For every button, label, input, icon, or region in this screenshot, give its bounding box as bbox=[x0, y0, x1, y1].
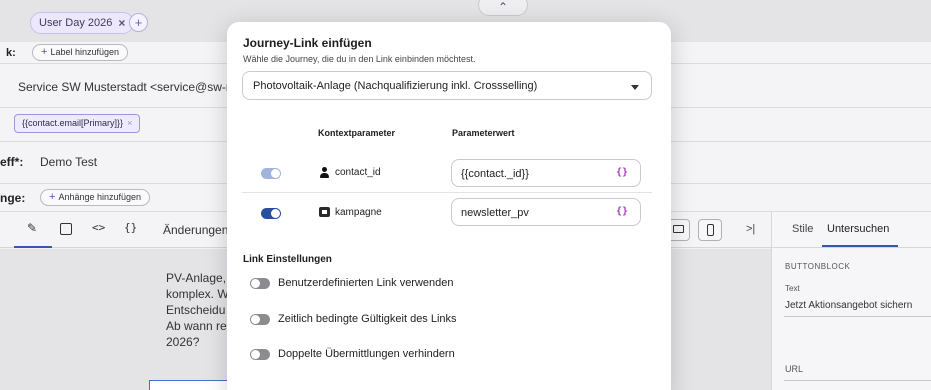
person-icon bbox=[319, 167, 330, 178]
text-field-label: Text bbox=[785, 284, 800, 293]
braces-icon[interactable]: {} bbox=[616, 206, 628, 217]
braces-icon[interactable]: {} bbox=[616, 167, 628, 178]
tag-chip[interactable]: User Day 2026 × bbox=[30, 12, 135, 34]
option-toggle[interactable] bbox=[250, 278, 270, 289]
option-toggle[interactable] bbox=[250, 314, 270, 325]
from-value[interactable]: Service SW Musterstadt <service@sw-m bbox=[18, 80, 236, 94]
param-row-kampagne: kampagne newsletter_pv {} bbox=[242, 193, 652, 233]
toggle-knob bbox=[251, 315, 260, 324]
plus-icon: + bbox=[41, 46, 48, 58]
dialog-subtitle: Wähle die Journey, die du in den Link ei… bbox=[243, 54, 476, 64]
recipient-chip[interactable]: {{contact.email[Primary]}} × bbox=[14, 114, 141, 133]
section-label: BUTTONBLOCK bbox=[785, 262, 851, 271]
canvas-line: Entscheidu bbox=[166, 303, 226, 317]
divider bbox=[784, 380, 931, 381]
param-value-input[interactable]: newsletter_pv {} bbox=[451, 198, 641, 226]
recipient-chip-label: {{contact.email[Primary]}} bbox=[22, 118, 124, 128]
active-tab-indicator bbox=[14, 246, 52, 248]
phone-icon bbox=[707, 224, 714, 236]
attachments-label: nge: bbox=[0, 191, 26, 205]
plus-icon: + bbox=[49, 191, 56, 203]
subject-value[interactable]: Demo Test bbox=[40, 155, 97, 169]
option-label: Doppelte Übermittlungen verhindern bbox=[278, 348, 455, 360]
url-field-label: URL bbox=[785, 364, 804, 374]
toggle-knob bbox=[251, 279, 260, 288]
add-attachments-button-text: Anhänge hinzufügen bbox=[58, 192, 142, 202]
param-row-contact-id: contact_id {{contact._id}} {} bbox=[242, 153, 652, 193]
toggle-knob bbox=[271, 209, 280, 218]
tab-inspect[interactable]: Untersuchen bbox=[827, 223, 889, 235]
properties-panel: Stile Untersuchen BUTTONBLOCK Text Jetzt… bbox=[771, 212, 931, 390]
canvas-line: 2026? bbox=[166, 335, 200, 349]
divider bbox=[784, 316, 931, 317]
journey-select-value: Photovoltaik-Anlage (Nachqualifizierung … bbox=[253, 80, 538, 92]
add-label-button[interactable]: + Label hinzufügen bbox=[32, 44, 128, 61]
mobile-preview-button[interactable] bbox=[698, 219, 722, 241]
column-header-value: Parameterwert bbox=[452, 128, 515, 138]
add-attachments-button[interactable]: + Anhänge hinzufügen bbox=[40, 189, 151, 206]
subject-label: eff*: bbox=[0, 155, 24, 169]
collapse-panel-icon[interactable]: >| bbox=[746, 223, 755, 235]
close-icon[interactable]: × bbox=[118, 13, 125, 33]
param-name: contact_id bbox=[335, 167, 381, 178]
toggle-knob bbox=[251, 350, 260, 359]
link-settings-title: Link Einstellungen bbox=[243, 254, 332, 265]
param-name: kampagne bbox=[335, 207, 382, 218]
tab-styles[interactable]: Stile bbox=[792, 223, 813, 235]
close-icon[interactable]: × bbox=[127, 118, 132, 128]
add-label-button-text: Label hinzufügen bbox=[50, 47, 119, 57]
label-row-label: k: bbox=[6, 47, 16, 59]
param-toggle[interactable] bbox=[261, 168, 281, 179]
edit-icon[interactable]: ✎ bbox=[27, 221, 37, 235]
canvas-line: PV-Anlage, bbox=[166, 271, 227, 285]
code-icon[interactable]: <> bbox=[92, 221, 105, 234]
braces-icon[interactable]: {} bbox=[124, 221, 137, 234]
campaign-icon bbox=[319, 207, 330, 217]
param-value-text: {{contact._id}} bbox=[461, 168, 529, 180]
chevron-up-icon[interactable]: ⌃ bbox=[478, 0, 528, 16]
canvas-text-block[interactable]: PV-Anlage, komplex. W Entscheidu Ab wann… bbox=[166, 270, 236, 350]
param-toggle[interactable] bbox=[261, 208, 281, 219]
preview-icon[interactable] bbox=[60, 223, 72, 235]
dialog-title: Journey-Link einfügen bbox=[243, 36, 372, 50]
divider bbox=[772, 247, 931, 248]
tag-chip-label: User Day 2026 bbox=[39, 17, 113, 29]
param-value-input[interactable]: {{contact._id}} {} bbox=[451, 159, 641, 187]
canvas-line: komplex. W bbox=[166, 287, 229, 301]
column-header-context: Kontextparameter bbox=[318, 128, 396, 138]
toggle-knob bbox=[271, 169, 280, 178]
option-toggle[interactable] bbox=[250, 349, 270, 360]
changes-tab[interactable]: Änderungen bbox=[163, 223, 228, 237]
monitor-icon bbox=[673, 225, 684, 233]
option-label: Zeitlich bedingte Gültigkeit des Links bbox=[278, 313, 457, 325]
param-value-text: newsletter_pv bbox=[461, 207, 529, 219]
text-field-value[interactable]: Jetzt Aktionsangebot sichern bbox=[785, 300, 912, 311]
add-tag-button[interactable]: + bbox=[129, 13, 148, 32]
journey-select[interactable]: Photovoltaik-Anlage (Nachqualifizierung … bbox=[242, 71, 652, 100]
canvas-line: Ab wann re bbox=[166, 319, 227, 333]
journey-link-dialog: Journey-Link einfügen Wähle die Journey,… bbox=[227, 22, 671, 390]
chevron-down-icon bbox=[631, 85, 639, 90]
option-label: Benutzerdefinierten Link verwenden bbox=[278, 277, 454, 289]
